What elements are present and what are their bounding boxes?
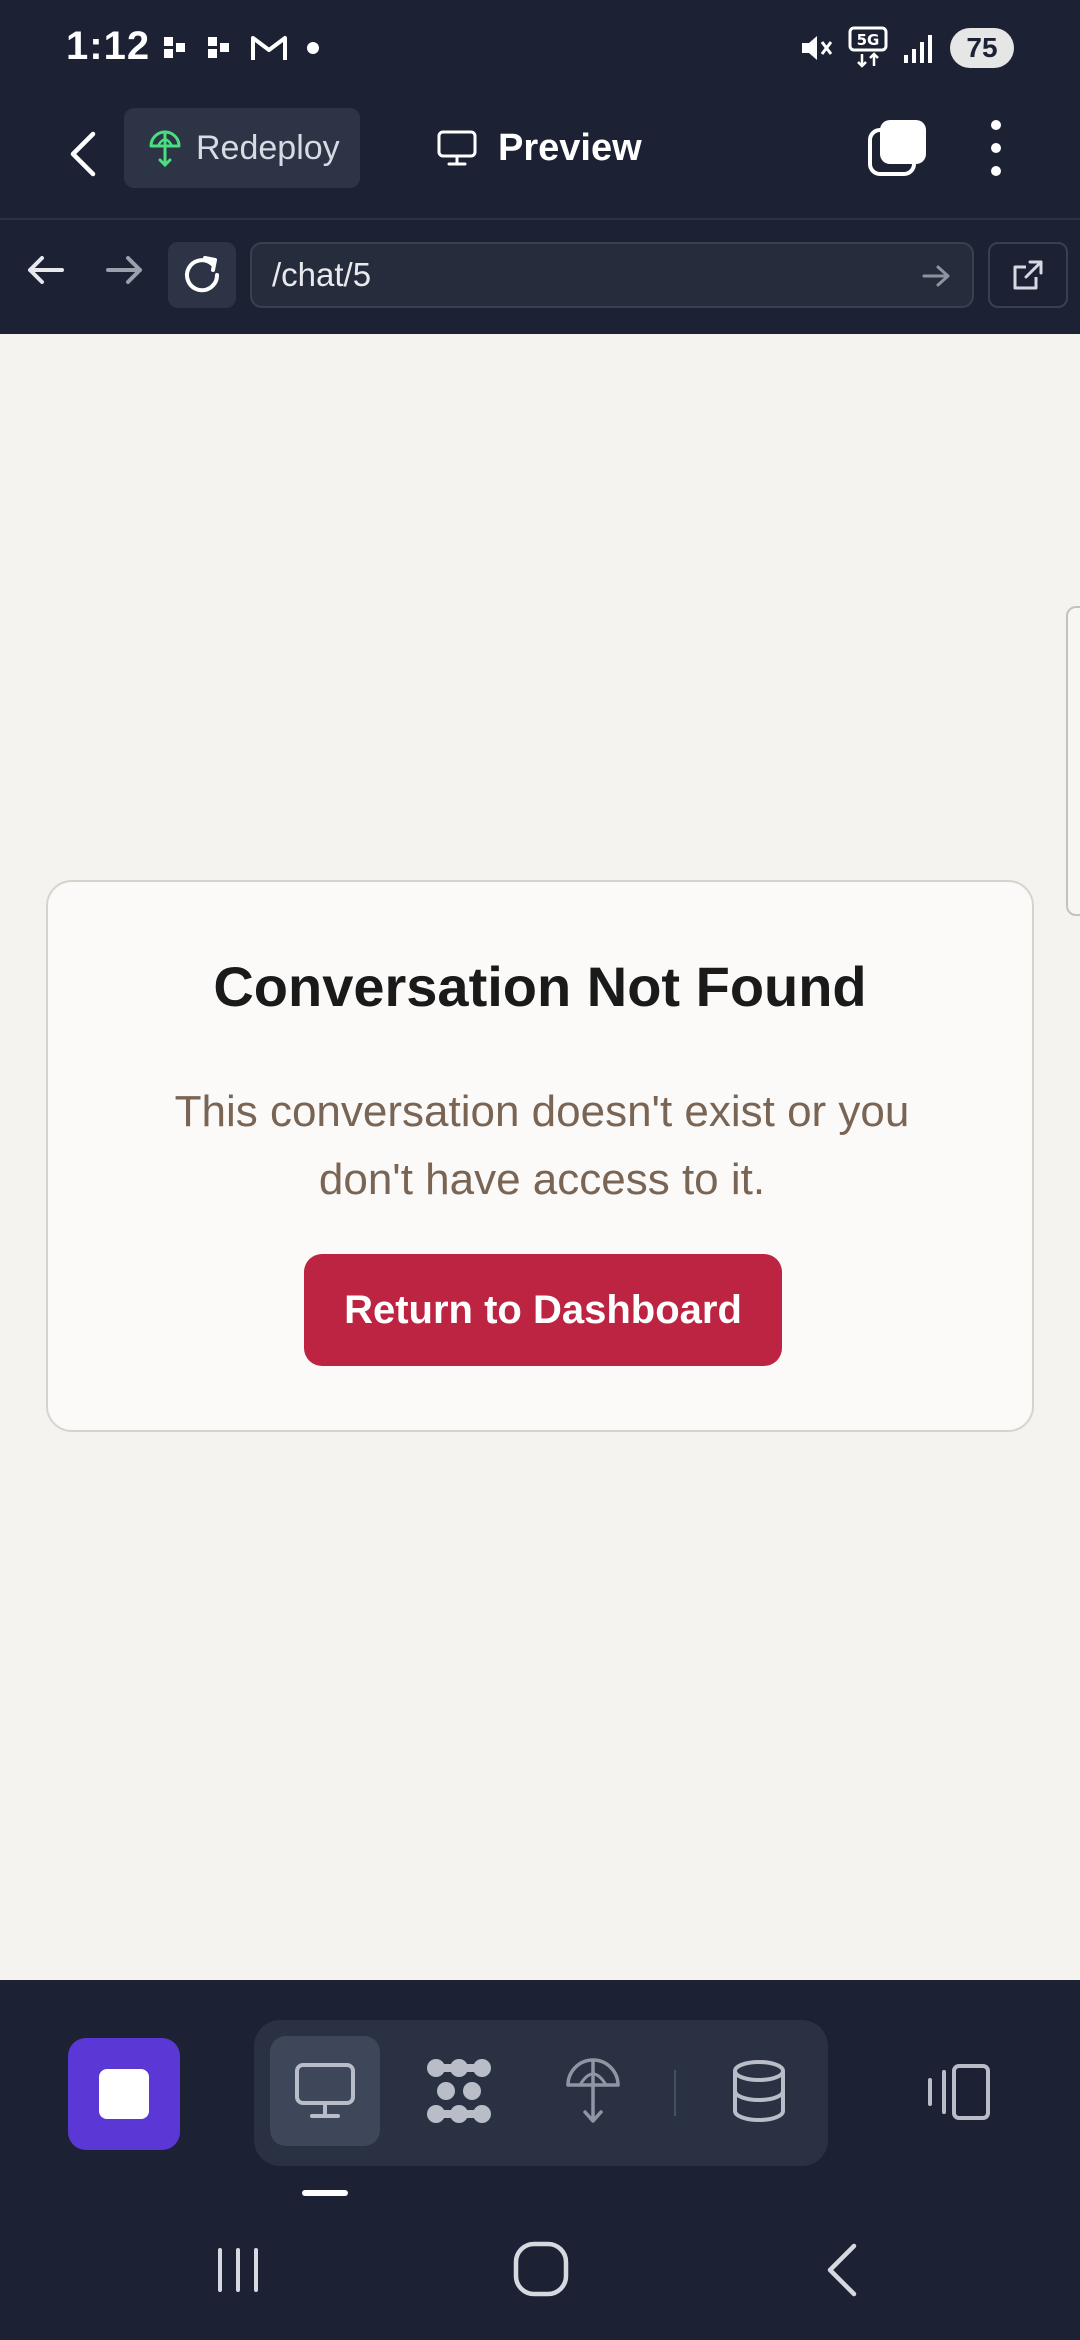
home-button[interactable] [510,2238,572,2300]
status-time: 1:12 [66,24,151,68]
not-found-card: Conversation Not Found This conversation… [46,880,1034,1432]
monitor-icon [437,130,477,166]
gmail-icon [251,36,287,60]
tool-database[interactable] [704,2036,814,2146]
app-toolbar: Redeploy Preview [0,96,1080,220]
home-icon [513,2241,569,2297]
web-content: Conversation Not Found This conversation… [0,334,1080,1980]
recent-apps-button[interactable] [208,2242,268,2298]
signal-icon [904,35,932,63]
bottom-dock [0,1980,1080,2200]
system-back-icon [827,2243,857,2297]
page-title: Conversation Not Found [213,955,867,1018]
preview-label: Preview [498,126,642,169]
arrow-right-icon [106,256,142,284]
notification-dots-icon [208,37,229,58]
more-options-button[interactable] [970,116,1022,180]
recent-apps-icon [218,2248,258,2292]
open-external-button[interactable] [988,242,1068,308]
preview-tab[interactable]: Preview [436,108,642,188]
error-message: This conversation doesn't exist or you d… [174,1087,910,1204]
system-nav-bar [0,2200,1080,2340]
status-bar: 1:12 5G 75 [0,0,1080,96]
browser-forward-button[interactable] [100,246,148,294]
tool-divider [674,2070,676,2116]
chevron-left-icon [70,131,96,177]
redeploy-label: Redeploy [196,128,340,167]
redeploy-button[interactable]: Redeploy [124,108,360,188]
svg-text:5G: 5G [857,31,880,49]
arrow-left-icon [28,256,64,284]
tool-group [254,2020,828,2166]
status-left-icons [162,30,320,66]
reload-button[interactable] [168,242,236,308]
external-link-icon [1013,260,1043,290]
battery-indicator: 75 [950,28,1014,68]
side-drawer-handle[interactable] [1066,606,1080,916]
browser-back-button[interactable] [22,246,70,294]
go-arrow-icon[interactable] [918,258,954,294]
reload-icon [185,256,220,293]
tabs-button[interactable] [866,116,930,180]
tabs-icon [868,120,926,176]
side-panel-toggle[interactable] [918,2042,998,2142]
stop-icon [99,2069,149,2119]
mute-icon [802,36,833,60]
tool-deploy[interactable] [538,2036,648,2146]
url-field[interactable]: /chat/5 [250,242,974,308]
agents-icon [427,2059,491,2123]
tool-desktop[interactable] [270,2036,380,2146]
system-back-button[interactable] [814,2240,874,2300]
notification-dots-icon [164,37,185,58]
desktop-icon [295,2063,355,2118]
tool-agents[interactable] [404,2036,514,2146]
status-right-icons: 5G 75 [798,24,1014,72]
back-button[interactable] [54,120,110,188]
return-to-dashboard-button[interactable]: Return to Dashboard [304,1254,782,1366]
more-vertical-icon [991,120,1001,130]
url-text: /chat/5 [272,256,372,293]
database-icon [733,2060,785,2122]
dot-icon [307,42,319,54]
stop-button[interactable] [68,2038,180,2150]
deploy-icon [566,2058,620,2123]
panel-toggle-icon [928,2064,990,2120]
screen: 1:12 5G 75 Redeploy Preview /chat/5 Conv… [0,0,1080,2340]
deploy-icon [149,130,181,167]
5g-icon: 5G [848,26,888,68]
browser-bar: /chat/5 [0,220,1080,332]
active-tool-indicator [302,2190,348,2196]
